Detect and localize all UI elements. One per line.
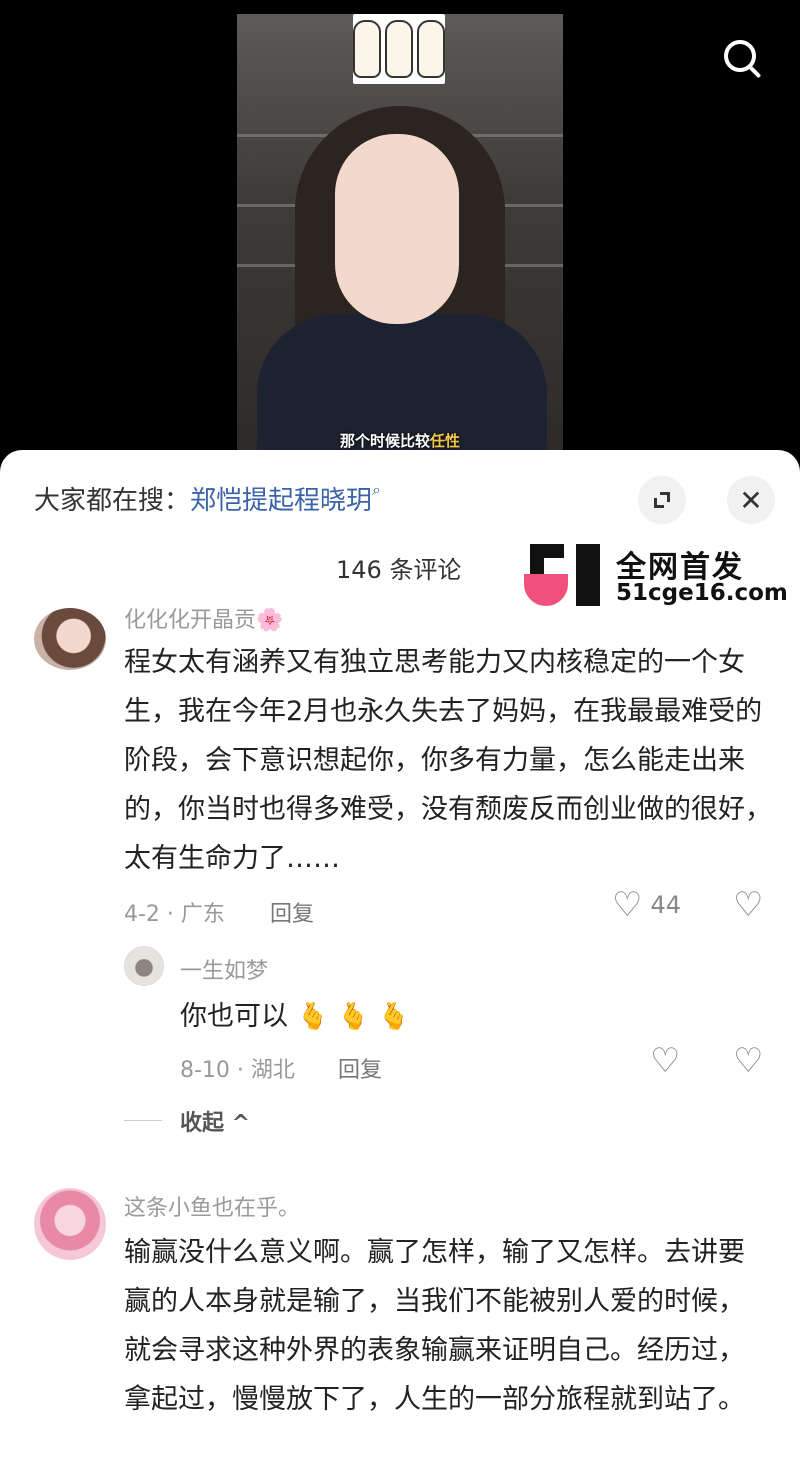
comment-username[interactable]: 一生如梦: [180, 953, 268, 985]
avatar[interactable]: [124, 946, 164, 986]
broken-heart-icon[interactable]: ♡: [733, 888, 763, 922]
heart-icon: ♡: [650, 1041, 681, 1081]
like-count: 44: [650, 891, 682, 919]
video-subtitle: 那个时候比较任性: [339, 432, 461, 450]
cartoon-sticker: [353, 14, 445, 84]
broken-heart-icon[interactable]: ♡: [733, 1044, 763, 1078]
video-frame[interactable]: 那个时候比较任性: [237, 14, 563, 460]
expand-icon: [654, 492, 670, 508]
search-icon[interactable]: [720, 36, 764, 80]
reply-button[interactable]: 回复: [338, 1052, 382, 1084]
person-face: [335, 134, 459, 324]
trending-search[interactable]: 大家都在搜：郑恺提起程晓玥⌕: [34, 480, 381, 517]
comment-meta: 4-2 · 广东: [124, 902, 225, 927]
close-button[interactable]: ✕: [727, 476, 775, 524]
trending-search-keyword[interactable]: 郑恺提起程晓玥: [190, 486, 372, 516]
comment-text: 输赢没什么意义啊。赢了怎样，输了又怎样。去讲要赢的人本身就是输了，当我们不能被别…: [124, 1237, 745, 1415]
watermark: 全网首发 51cge16.com: [524, 542, 794, 608]
comment-text: 程女太有涵养又有独立思考能力又内核稳定的一个女生，我在今年2月也永久失去了妈妈，…: [124, 647, 772, 874]
like-button[interactable]: ♡: [650, 1044, 680, 1078]
heart-icon: ♡: [612, 885, 643, 925]
collapse-divider: [124, 1120, 162, 1121]
like-button[interactable]: ♡ 44: [612, 888, 681, 922]
trending-search-prefix: 大家都在搜：: [34, 486, 191, 516]
comment-count: 146 条评论: [336, 556, 462, 584]
comment-username[interactable]: 化化化开晶贡🌸: [124, 602, 283, 634]
comment-meta: 8-10 · 湖北: [180, 1058, 295, 1083]
collapse-replies-button[interactable]: 收起 ^: [180, 1105, 250, 1137]
search-small-icon: ⌕: [372, 480, 381, 499]
comment-sheet: 大家都在搜：郑恺提起程晓玥⌕ ✕ 146 条评论 全网首发 51cge16.co…: [0, 450, 800, 1473]
reply-button[interactable]: 回复: [270, 896, 314, 928]
expand-button[interactable]: [638, 476, 686, 524]
emoji: 🫰 🫰 🫰: [296, 1002, 411, 1032]
avatar[interactable]: [34, 608, 106, 670]
close-icon: ✕: [739, 483, 763, 517]
watermark-logo: [524, 544, 604, 606]
comment-username[interactable]: 这条小鱼也在乎。: [124, 1190, 300, 1222]
avatar[interactable]: [34, 1188, 106, 1260]
reply-text: 你也可以: [180, 1001, 288, 1032]
video-player[interactable]: 那个时候比较任性: [0, 0, 800, 460]
comment-text: 你也可以 🫰 🫰 🫰: [180, 992, 680, 1042]
watermark-url: 51cge16.com: [616, 580, 788, 606]
